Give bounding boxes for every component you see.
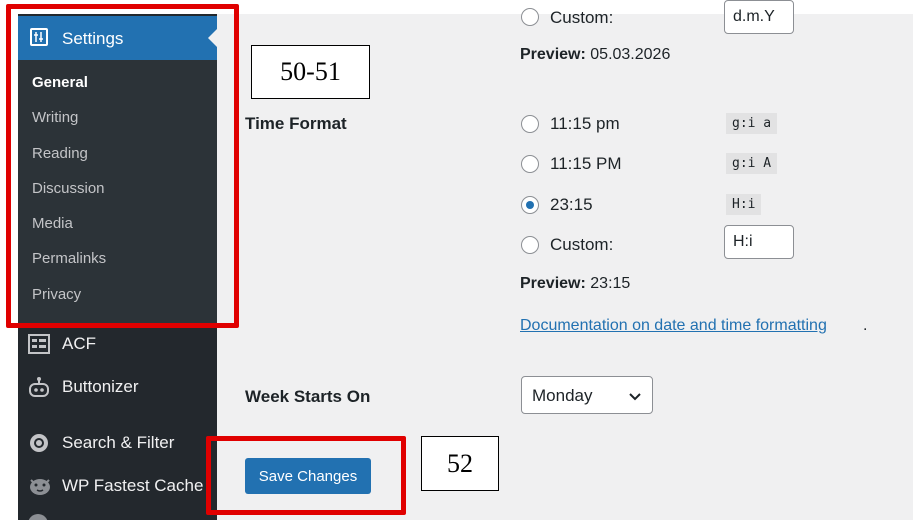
time-format-code: g:i A bbox=[726, 153, 778, 174]
time-format-radio-g-i-A[interactable] bbox=[521, 155, 539, 173]
week-starts-on-label: Week Starts On bbox=[245, 387, 371, 406]
week-starts-on-select[interactable]: Monday bbox=[521, 376, 653, 414]
date-format-custom-radio[interactable] bbox=[521, 8, 539, 26]
time-format-custom-radio[interactable] bbox=[521, 236, 539, 254]
sidebar-item-label: Buttonizer bbox=[62, 377, 139, 396]
preview-label: Preview: bbox=[520, 275, 586, 292]
annotation-highlight-sidebar bbox=[6, 4, 239, 328]
sidebar-item-wp-fastest-cache[interactable]: WP Fastest Cache bbox=[18, 466, 217, 506]
annotation-label-top: 50-51 bbox=[251, 45, 370, 99]
preview-label: Preview: bbox=[520, 46, 586, 63]
sidebar-item-acf[interactable]: ACF bbox=[18, 324, 217, 364]
time-format-custom-label: Custom: bbox=[550, 235, 614, 254]
time-format-radio-g-i-a[interactable] bbox=[521, 115, 539, 133]
annotation-highlight-save bbox=[206, 436, 406, 515]
sidebar-item-label: Search & Filter bbox=[62, 433, 175, 452]
time-format-code: g:i a bbox=[726, 113, 778, 134]
buttonizer-robot-icon bbox=[28, 376, 50, 398]
sidebar-item-label: WP Fastest Cache bbox=[62, 476, 204, 495]
time-format-option-label: 23:15 bbox=[550, 195, 593, 214]
search-filter-icon bbox=[28, 432, 50, 454]
preview-value: 23:15 bbox=[590, 275, 631, 292]
sidebar-item-buttonizer[interactable]: Buttonizer bbox=[18, 367, 217, 407]
sidebar-item-label: ACF bbox=[62, 334, 96, 353]
time-format-option-label: 11:15 pm bbox=[550, 114, 620, 133]
time-format-code: H:i bbox=[726, 194, 762, 215]
cheetah-icon bbox=[28, 475, 50, 497]
time-format-radio-H-i[interactable] bbox=[521, 196, 539, 214]
preview-value: 05.03.2026 bbox=[590, 46, 671, 63]
annotation-label-bottom: 52 bbox=[421, 436, 499, 491]
chevron-down-icon bbox=[628, 389, 642, 407]
time-format-preview: Preview: 23:15 bbox=[520, 275, 630, 293]
select-value: Monday bbox=[532, 386, 593, 405]
link-period: . bbox=[863, 317, 868, 334]
time-format-custom-input[interactable] bbox=[724, 225, 794, 259]
next-menu-icon bbox=[28, 514, 48, 520]
time-format-option-label: 11:15 PM bbox=[550, 154, 622, 173]
acf-grid-icon bbox=[28, 333, 50, 355]
sidebar-item-search-filter[interactable]: Search & Filter bbox=[18, 423, 217, 463]
date-format-custom-label: Custom: bbox=[550, 8, 614, 27]
time-format-label: Time Format bbox=[245, 114, 347, 133]
date-format-preview: Preview: 05.03.2026 bbox=[520, 46, 670, 64]
date-format-custom-input[interactable] bbox=[724, 0, 794, 34]
date-time-documentation-link[interactable]: Documentation on date and time formattin… bbox=[520, 317, 827, 335]
